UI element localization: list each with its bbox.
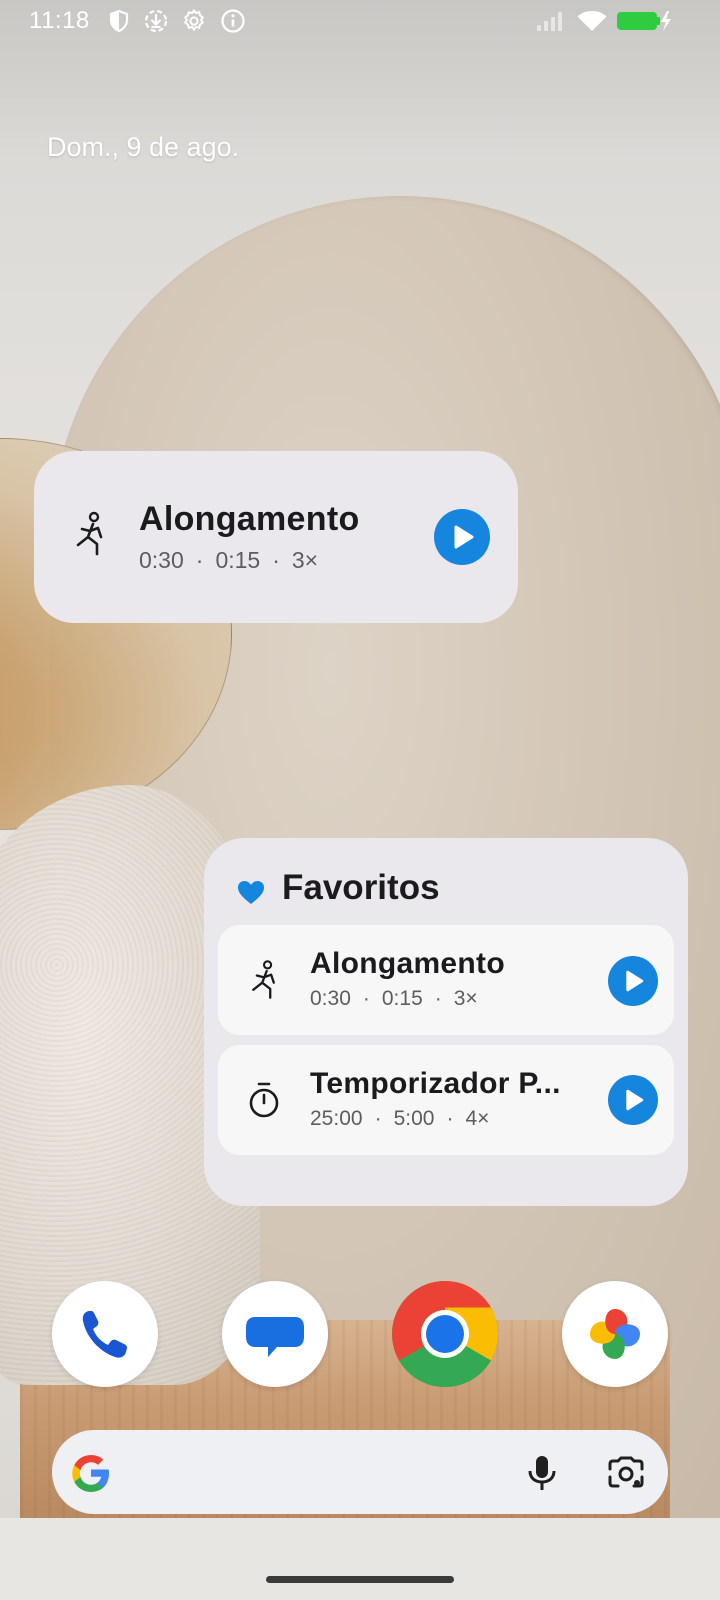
play-icon: [626, 970, 644, 992]
rounds-count: 3×: [453, 987, 478, 1010]
phone-app-icon[interactable]: [52, 1281, 158, 1387]
work-duration: 25:00: [310, 1107, 363, 1130]
play-icon: [454, 525, 474, 549]
battery-charging-icon: [617, 11, 671, 31]
phone-glyph: [82, 1311, 127, 1358]
stretching-person-icon: [252, 960, 275, 999]
work-duration: 0:30: [310, 987, 351, 1010]
status-bar: 11:18: [0, 0, 720, 44]
rest-duration: 0:15: [215, 547, 261, 573]
rounds-count: 4×: [465, 1107, 490, 1130]
wifi-icon: [577, 10, 607, 31]
date-label: Dom., 9 de ago.: [47, 132, 240, 162]
favorites-title: Favoritos: [282, 868, 440, 907]
messages-app-icon[interactable]: [222, 1281, 328, 1387]
google-logo-icon: [72, 1455, 109, 1492]
lens-camera-icon[interactable]: [608, 1456, 644, 1490]
work-duration: 0:30: [139, 547, 184, 573]
workout-meta: 0:30 · 0:15 · 3×: [139, 547, 319, 573]
shield-icon: [109, 9, 129, 33]
play-icon: [626, 1089, 644, 1111]
settings-icon: [183, 8, 205, 32]
signal-icon: [537, 12, 562, 31]
chrome-app-icon[interactable]: [392, 1281, 498, 1387]
microphone-icon[interactable]: [524, 1454, 560, 1492]
photos-glyph: [590, 1309, 640, 1359]
status-time: 11:18: [29, 7, 90, 34]
heart-icon: [238, 881, 264, 904]
favorite-item-alongamento[interactable]: Alongamento 0:30 · 0:15 · 3×: [218, 925, 674, 1035]
google-search-bar[interactable]: [52, 1430, 668, 1514]
play-button[interactable]: [608, 956, 658, 1006]
workout-title: Alongamento: [139, 500, 360, 538]
favorite-title: Alongamento: [310, 947, 505, 980]
stretching-person-icon: [76, 511, 103, 556]
stopwatch-icon: [249, 1082, 279, 1118]
photos-app-icon[interactable]: [562, 1281, 668, 1387]
favorites-widget: Favoritos Alongamento 0:30 · 0:15 · 3× T…: [204, 838, 688, 1206]
messages-glyph: [246, 1317, 304, 1357]
favorite-meta: 0:30 · 0:15 · 3×: [310, 987, 478, 1010]
info-icon: [221, 9, 245, 33]
favorite-meta: 25:00 · 5:00 · 4×: [310, 1107, 490, 1130]
play-button[interactable]: [608, 1075, 658, 1125]
rounds-count: 3×: [291, 547, 319, 573]
rest-duration: 5:00: [393, 1107, 435, 1130]
navigation-handle[interactable]: [266, 1576, 454, 1583]
play-button[interactable]: [434, 509, 490, 565]
download-icon: [144, 9, 168, 33]
favorite-title: Temporizador P...: [310, 1067, 561, 1100]
favorite-item-temporizador[interactable]: Temporizador P... 25:00 · 5:00 · 4×: [218, 1045, 674, 1155]
wallpaper-floor: [0, 1518, 720, 1600]
chrome-glyph: [392, 1281, 498, 1387]
rest-duration: 0:15: [381, 987, 423, 1010]
workout-widget[interactable]: Alongamento 0:30 · 0:15 · 3×: [34, 451, 518, 623]
